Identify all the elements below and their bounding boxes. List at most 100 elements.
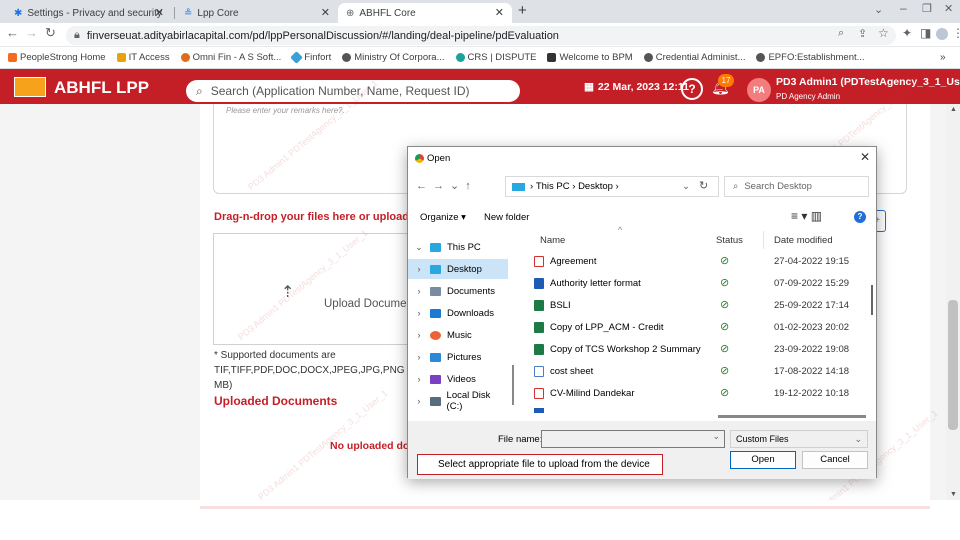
bookmark-item[interactable]: PeopleStrong Home: [8, 52, 106, 63]
cancel-button[interactable]: Cancel: [802, 451, 868, 469]
column-header-date[interactable]: Date modified: [774, 235, 833, 246]
new-tab-button[interactable]: +: [518, 2, 527, 19]
download-icon: [430, 308, 441, 318]
file-row[interactable]: Copy of TCS Workshop 2 Summary ⊘ 23-09-202…: [520, 339, 860, 361]
bookmark-item[interactable]: Ministry Of Corpora...: [342, 52, 445, 63]
back-icon[interactable]: ←: [6, 25, 19, 40]
sync-status-icon: ⊘: [720, 255, 730, 267]
browser-tab-strip: ✱ Settings - Privacy and security ✕ ≗ Lp…: [0, 0, 960, 23]
chevron-down-icon[interactable]: ⌄: [682, 181, 690, 192]
close-icon[interactable]: ✕: [321, 6, 330, 19]
nav-item-desktop[interactable]: › Desktop: [408, 259, 508, 279]
url-text: finverseuat.adityabirlacapital.com/pd/lp…: [86, 29, 559, 42]
scroll-down-icon[interactable]: ▼: [950, 491, 957, 498]
extensions-icon[interactable]: ✦: [902, 26, 912, 40]
close-icon[interactable]: ✕: [495, 6, 504, 19]
bookmark-item[interactable]: Omni Fin - A S Soft...: [180, 52, 281, 63]
dialog-search-input[interactable]: ⌕ Search Desktop: [724, 176, 869, 197]
tab-settings[interactable]: ✱ Settings - Privacy and security ✕: [6, 3, 172, 23]
nav-item-local-disk[interactable]: › Local Disk (C:): [408, 390, 508, 412]
dialog-nav-arrows[interactable]: ←→⌄↑: [416, 179, 477, 192]
search-icon: ⌕: [196, 83, 203, 98]
column-header-name[interactable]: Name: [540, 235, 565, 246]
music-icon: [430, 330, 441, 340]
nav-item-music[interactable]: › Music: [408, 325, 508, 345]
sync-status-icon: ⊘: [720, 299, 730, 311]
file-row[interactable]: cost sheet ⊘ 17-08-2022 14:18: [520, 361, 860, 383]
nav-item-this-pc[interactable]: ⌄ This PC: [408, 237, 508, 257]
new-folder-button[interactable]: New folder: [484, 212, 529, 223]
side-panel-icon[interactable]: ◨: [920, 26, 931, 40]
restore-icon[interactable]: ❐: [922, 2, 932, 15]
sync-status-icon: ⊘: [720, 321, 730, 333]
chevron-down-icon: ⌄: [854, 433, 862, 444]
bookmark-item[interactable]: CRS | DISPUTE: [455, 52, 536, 63]
excel-icon: [534, 322, 544, 333]
bookmark-item[interactable]: Welcome to BPM: [547, 52, 633, 63]
organize-button[interactable]: Organize ▾: [420, 212, 466, 223]
tab-abhfl-core[interactable]: ⊕ ABHFL Core ✕: [338, 3, 512, 23]
view-options-icon[interactable]: ≡ ▾ ▥: [791, 209, 822, 223]
bookmark-icon: [455, 53, 465, 62]
supported-docs-note: * Supported documents are TIF,TIFF,PDF,D…: [214, 350, 413, 391]
forward-icon[interactable]: →: [25, 25, 38, 40]
sync-status-icon: ⊘: [720, 343, 730, 355]
bookmarks-bar: PeopleStrong Home IT Access Omni Fin - A…: [0, 47, 960, 69]
nav-item-pictures[interactable]: › Pictures: [408, 347, 508, 367]
search-icon: ⌕: [733, 181, 739, 192]
open-button[interactable]: Open: [730, 451, 796, 469]
file-row[interactable]: CV-Milind Dandekar ⊘ 19-12-2022 10:18: [520, 383, 860, 405]
nav-item-documents[interactable]: › Documents: [408, 281, 508, 301]
file-row[interactable]: Agreement ⊘ 27-04-2022 19:15: [520, 251, 860, 273]
tab-search-icon[interactable]: ⌄: [874, 3, 883, 16]
close-icon[interactable]: ✕: [860, 150, 870, 164]
tab-label: ABHFL Core: [359, 7, 416, 19]
scrollbar-thumb[interactable]: [948, 300, 958, 430]
pdf-icon: [534, 388, 544, 399]
tab-lpp-core[interactable]: ≗ Lpp Core ✕: [176, 3, 338, 23]
tab-label: Lpp Core: [197, 7, 239, 19]
nav-item-downloads[interactable]: › Downloads: [408, 303, 508, 323]
refresh-icon[interactable]: ↻: [699, 179, 708, 192]
instruction-callout: Select appropriate file to upload from t…: [417, 454, 663, 475]
help-icon[interactable]: ?: [854, 211, 866, 223]
more-bookmarks-icon[interactable]: »: [940, 52, 946, 63]
video-icon: [430, 374, 441, 384]
close-icon[interactable]: ✕: [155, 6, 164, 19]
file-row[interactable]: BSLI ⊘ 25-09-2022 17:14: [520, 295, 860, 317]
reload-icon[interactable]: ↻: [45, 25, 56, 41]
file-list-scrollbar[interactable]: [871, 285, 873, 315]
avatar[interactable]: PA: [747, 78, 771, 102]
bookmark-item[interactable]: IT Access: [116, 52, 170, 63]
column-header-status[interactable]: Status: [716, 235, 743, 246]
help-icon[interactable]: ?: [681, 78, 703, 100]
chevron-down-icon[interactable]: ⌄: [712, 431, 720, 441]
file-row[interactable]: Authority letter format ⊘ 07-09-2022 15:29: [520, 273, 860, 295]
pane-splitter[interactable]: [512, 365, 514, 405]
file-name-input[interactable]: ⌄: [541, 430, 725, 448]
dialog-title: Open: [427, 153, 451, 164]
user-name[interactable]: PD3 Admin1 (PDTestAgency_3_1_User_: [776, 76, 960, 88]
header-date: ▦ 22 Mar, 2023 12:11: [584, 81, 689, 93]
bookmark-item[interactable]: EPFO:Establishment...: [756, 52, 865, 63]
file-type-select[interactable]: Custom Files ⌄: [730, 430, 868, 448]
bookmark-icon: [8, 53, 17, 62]
minimize-icon[interactable]: –: [900, 1, 907, 15]
profile-icon[interactable]: [936, 28, 948, 40]
share-icon[interactable]: ⇪: [858, 27, 867, 40]
bookmark-icon: [290, 51, 304, 64]
bookmark-item[interactable]: Credential Administ...: [643, 52, 745, 63]
zoom-icon[interactable]: ⌕: [838, 27, 844, 40]
menu-icon[interactable]: ⋮: [952, 26, 960, 40]
scroll-up-icon[interactable]: ▲: [950, 106, 957, 113]
column-divider: [763, 231, 764, 249]
nav-item-videos[interactable]: › Videos: [408, 369, 508, 389]
user-role: PD Agency Admin: [776, 92, 841, 101]
file-row[interactable]: Copy of LPP_ACM - Credit ⊘ 01-02-2023 20:0…: [520, 317, 860, 339]
window-close-icon[interactable]: ✕: [944, 2, 953, 15]
bookmark-item[interactable]: Finfort: [290, 51, 331, 64]
breadcrumb[interactable]: › This PC › Desktop › ⌄: [505, 176, 719, 197]
horizontal-scrollbar[interactable]: [718, 415, 866, 418]
bookmark-star-icon[interactable]: ☆: [878, 26, 889, 40]
url-bar[interactable]: 🔒︎ finverseuat.adityabirlacapital.com/pd…: [66, 26, 896, 45]
